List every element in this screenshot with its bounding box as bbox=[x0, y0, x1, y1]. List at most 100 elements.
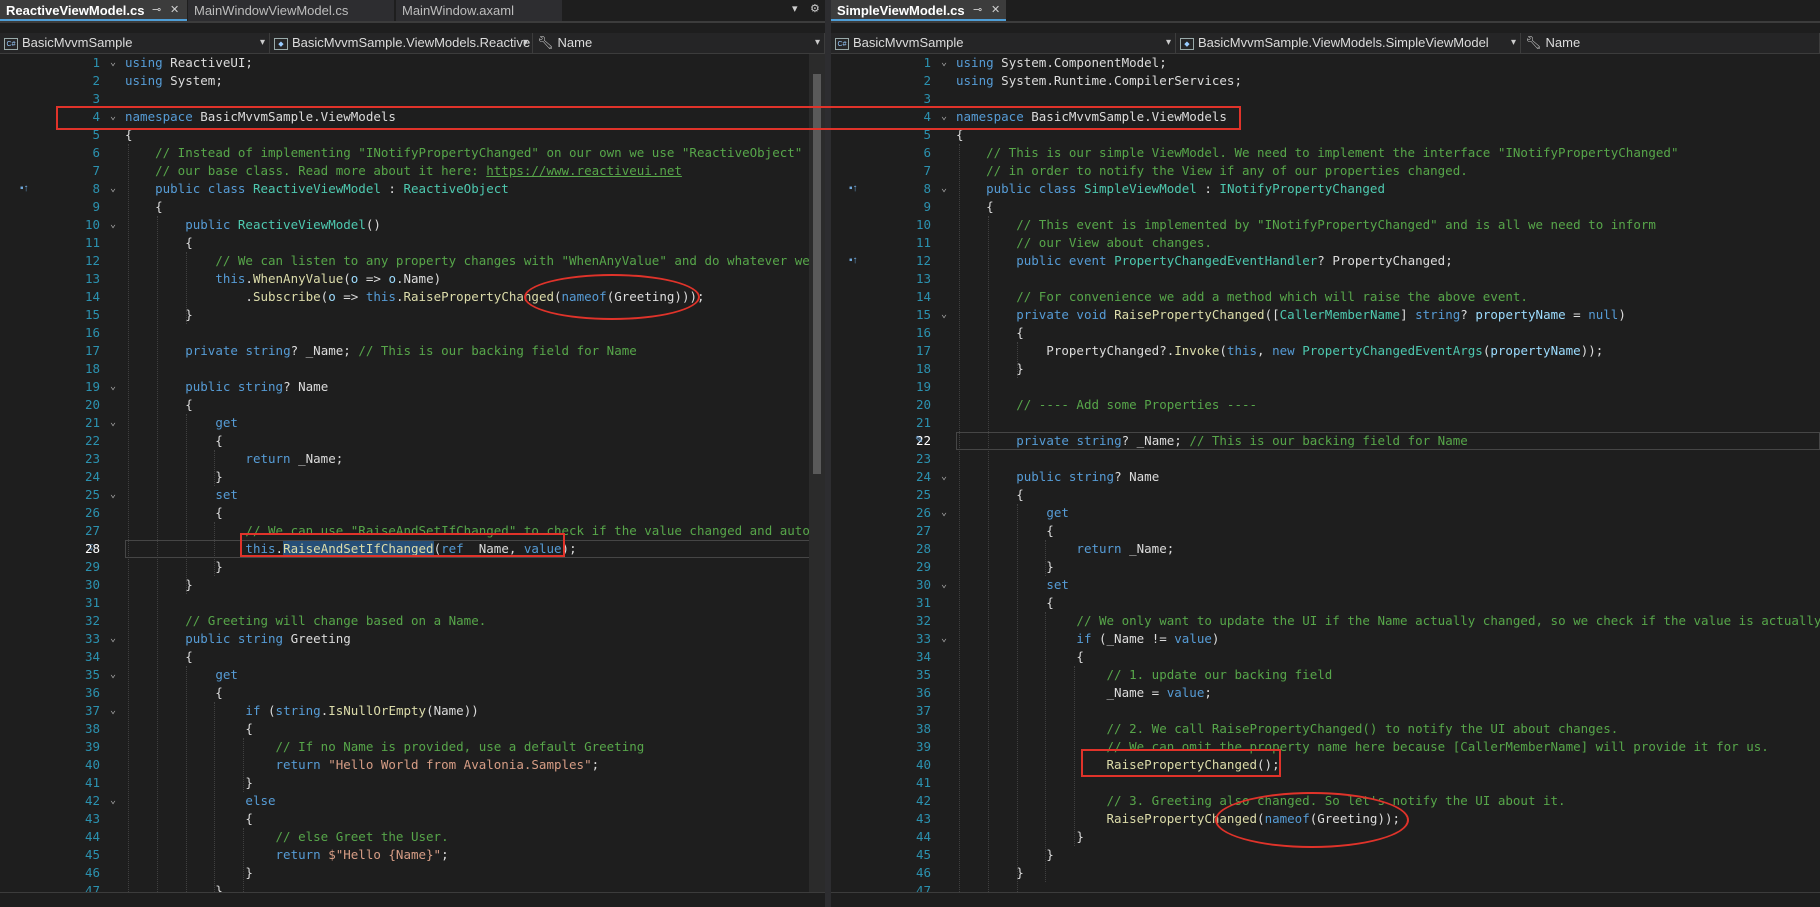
code-line[interactable]: 32 // Greeting will change based on a Na… bbox=[0, 612, 825, 630]
code-line[interactable]: 39 // We can omit the property name here… bbox=[831, 738, 1820, 756]
code-line[interactable]: 23 return _Name; bbox=[0, 450, 825, 468]
code-line[interactable]: 30 ⌄ set bbox=[831, 576, 1820, 594]
code-line[interactable]: 35 // 1. update our backing field bbox=[831, 666, 1820, 684]
code-line[interactable]: 45 } bbox=[831, 846, 1820, 864]
lightbulb-icon[interactable]: 💡︎ bbox=[88, 543, 95, 554]
code-line[interactable]: 10 ⌄ public ReactiveViewModel() bbox=[0, 216, 825, 234]
code-line[interactable]: 10 // This event is implemented by "INot… bbox=[831, 216, 1820, 234]
code-line[interactable]: 20 { bbox=[0, 396, 825, 414]
code-line[interactable]: 28 return _Name; bbox=[831, 540, 1820, 558]
fold-chevron-icon[interactable]: ⌄ bbox=[110, 216, 116, 234]
tab-reactiveviewmodel[interactable]: ReactiveViewModel.cs ⊸ ✕ bbox=[0, 0, 187, 21]
implementation-marker-icon[interactable]: ▪↑ bbox=[20, 183, 29, 194]
code-line[interactable]: 37 ⌄ if (string.IsNullOrEmpty(Name)) bbox=[0, 702, 825, 720]
code-line[interactable]: 16 { bbox=[831, 324, 1820, 342]
code-line[interactable]: 14 .Subscribe(o => this.RaisePropertyCha… bbox=[0, 288, 825, 306]
code-line[interactable]: 21 ⌄ get bbox=[0, 414, 825, 432]
code-line[interactable]: 13 this.WhenAnyValue(o => o.Name) bbox=[0, 270, 825, 288]
code-line[interactable]: 12 public event PropertyChangedEventHand… bbox=[831, 252, 1820, 270]
code-line[interactable]: 12 // We can listen to any property chan… bbox=[0, 252, 825, 270]
code-line[interactable]: 37 bbox=[831, 702, 1820, 720]
fold-chevron-icon[interactable]: ⌄ bbox=[110, 630, 116, 648]
type-dropdown[interactable]: ◆ BasicMvvmSample.ViewModels.SimpleViewMo… bbox=[1176, 33, 1521, 53]
code-line[interactable]: 8 ⌄ public class ReactiveViewModel : Reac… bbox=[0, 180, 825, 198]
code-line[interactable]: 11 // our View about changes. bbox=[831, 234, 1820, 252]
code-line[interactable]: 46 } bbox=[831, 864, 1820, 882]
implementation-marker-icon[interactable]: ▪↑ bbox=[849, 183, 858, 194]
code-line[interactable]: 39 // If no Name is provided, use a defa… bbox=[0, 738, 825, 756]
code-line[interactable]: 15 ⌄ private void RaisePropertyChanged([C… bbox=[831, 306, 1820, 324]
pin-icon[interactable]: ⊸ bbox=[152, 0, 161, 21]
code-line[interactable]: 20 // ---- Add some Properties ---- bbox=[831, 396, 1820, 414]
code-line[interactable]: 40 RaisePropertyChanged(); bbox=[831, 756, 1820, 774]
type-dropdown[interactable]: ◆ BasicMvvmSample.ViewModels.Reactive ▾ bbox=[270, 33, 533, 53]
code-line[interactable]: 16 bbox=[0, 324, 825, 342]
tab-overflow-icon[interactable]: ▾ bbox=[792, 2, 798, 15]
code-line[interactable]: 36 { bbox=[0, 684, 825, 702]
code-line[interactable]: 19 bbox=[831, 378, 1820, 396]
code-line[interactable]: 17 private string? _Name; // This is our… bbox=[0, 342, 825, 360]
code-line[interactable]: 2 using System; bbox=[0, 72, 825, 90]
scrollbar-thumb[interactable] bbox=[813, 74, 821, 474]
code-line[interactable]: 23 bbox=[831, 450, 1820, 468]
fold-chevron-icon[interactable]: ⌄ bbox=[110, 180, 116, 198]
code-line[interactable]: 36 _Name = value; bbox=[831, 684, 1820, 702]
code-line[interactable]: 31 bbox=[0, 594, 825, 612]
fold-chevron-icon[interactable]: ⌄ bbox=[110, 702, 116, 720]
code-line[interactable]: 41 } bbox=[0, 774, 825, 792]
fold-chevron-icon[interactable]: ⌄ bbox=[110, 486, 116, 504]
project-dropdown[interactable]: C# BasicMvvmSample ▾ bbox=[831, 33, 1176, 53]
code-line[interactable]: 26 ⌄ get bbox=[831, 504, 1820, 522]
code-line[interactable]: 40 return "Hello World from Avalonia.Sam… bbox=[0, 756, 825, 774]
code-line[interactable]: 22 { bbox=[0, 432, 825, 450]
code-line[interactable]: 1 ⌄ using ReactiveUI; bbox=[0, 54, 825, 72]
code-line[interactable]: 21 bbox=[831, 414, 1820, 432]
code-line[interactable]: 2 using System.Runtime.CompilerServices; bbox=[831, 72, 1820, 90]
fold-chevron-icon[interactable]: ⌄ bbox=[941, 468, 947, 486]
code-line[interactable]: 29 } bbox=[0, 558, 825, 576]
code-line[interactable]: 25 { bbox=[831, 486, 1820, 504]
implementation-marker-icon[interactable]: ▪↑ bbox=[849, 255, 858, 266]
fold-chevron-icon[interactable]: ⌄ bbox=[110, 792, 116, 810]
code-line[interactable]: 11 { bbox=[0, 234, 825, 252]
code-line[interactable]: 7 // in order to notify the View if any … bbox=[831, 162, 1820, 180]
code-line[interactable]: 43 { bbox=[0, 810, 825, 828]
code-line[interactable]: 31 { bbox=[831, 594, 1820, 612]
fold-chevron-icon[interactable]: ⌄ bbox=[941, 306, 947, 324]
code-line[interactable]: 15 } bbox=[0, 306, 825, 324]
code-line[interactable]: 26 { bbox=[0, 504, 825, 522]
code-line[interactable]: 29 } bbox=[831, 558, 1820, 576]
code-line[interactable]: 13 bbox=[831, 270, 1820, 288]
code-line[interactable]: 34 { bbox=[0, 648, 825, 666]
close-icon[interactable]: ✕ bbox=[170, 0, 179, 21]
fold-chevron-icon[interactable]: ⌄ bbox=[110, 414, 116, 432]
gear-icon[interactable]: ⚙ bbox=[810, 2, 820, 15]
code-line[interactable]: 38 { bbox=[0, 720, 825, 738]
code-line[interactable]: 32 // We only want to update the UI if t… bbox=[831, 612, 1820, 630]
code-line[interactable]: 17 PropertyChanged?.Invoke(this, new Pro… bbox=[831, 342, 1820, 360]
code-line[interactable]: 6 // This is our simple ViewModel. We ne… bbox=[831, 144, 1820, 162]
right-code-editor[interactable]: 1 ⌄ using System.ComponentModel; 2 using Sys… bbox=[831, 54, 1820, 907]
code-line[interactable]: 44 // else Greet the User. bbox=[0, 828, 825, 846]
code-line[interactable]: 8 ⌄ public class SimpleViewModel : INotif… bbox=[831, 180, 1820, 198]
code-line[interactable]: 14 // For convenience we add a method wh… bbox=[831, 288, 1820, 306]
code-line[interactable]: 1 ⌄ using System.ComponentModel; bbox=[831, 54, 1820, 72]
tab-simpleviewmodel[interactable]: SimpleViewModel.cs ⊸ ✕ bbox=[831, 0, 1006, 21]
project-dropdown[interactable]: C# BasicMvvmSample ▾ bbox=[0, 33, 270, 53]
fold-chevron-icon[interactable]: ⌄ bbox=[110, 54, 116, 72]
pin-icon[interactable]: ⊸ bbox=[973, 0, 982, 21]
code-line[interactable]: 46 } bbox=[0, 864, 825, 882]
code-line[interactable]: 6 // Instead of implementing "INotifyPro… bbox=[0, 144, 825, 162]
code-line[interactable]: 19 ⌄ public string? Name bbox=[0, 378, 825, 396]
code-line[interactable]: 25 ⌄ set bbox=[0, 486, 825, 504]
code-line[interactable]: 42 ⌄ else bbox=[0, 792, 825, 810]
tab-mainwindowviewmodel[interactable]: MainWindowViewModel.cs bbox=[188, 0, 394, 21]
tab-mainwindow-axaml[interactable]: MainWindow.axaml bbox=[396, 0, 562, 21]
fold-chevron-icon[interactable]: ⌄ bbox=[941, 180, 947, 198]
left-vertical-scrollbar[interactable] bbox=[809, 54, 825, 893]
code-line[interactable]: 35 ⌄ get bbox=[0, 666, 825, 684]
member-dropdown[interactable]: 🔧︎ Name bbox=[1521, 33, 1820, 53]
code-line[interactable]: 9 { bbox=[0, 198, 825, 216]
code-line[interactable]: 7 // our base class. Read more about it … bbox=[0, 162, 825, 180]
code-line[interactable]: 34 { bbox=[831, 648, 1820, 666]
